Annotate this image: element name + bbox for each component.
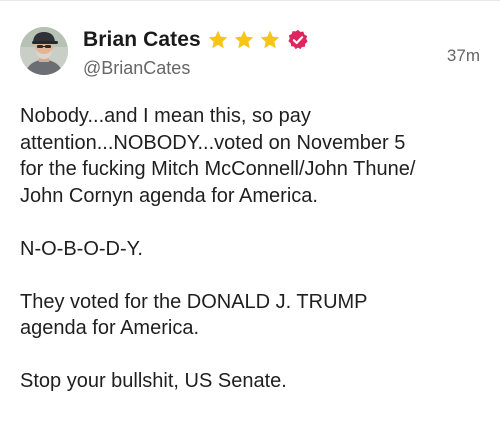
post-timestamp[interactable]: 37m [447, 46, 480, 66]
star-icon [234, 30, 254, 49]
post-text-line: for the fucking Mitch McConnell/John Thu… [20, 158, 416, 180]
post-text-line: N-O-B-O-D-Y. [20, 237, 143, 260]
post-text-line: Nobody...and I mean this, so pay [20, 105, 311, 127]
post-body: Nobody...and I mean this, so pay attenti… [20, 103, 490, 421]
post-text-line: Stop your bullshit, US Senate. [20, 370, 287, 392]
post-paragraph: Stop your bullshit, US Senate. [20, 368, 490, 395]
post-text-line: John Cornyn agenda for America. [20, 184, 318, 207]
post-paragraph: They voted for the DONALD J. TRUMP agend… [20, 289, 490, 342]
avatar-image [20, 27, 68, 75]
star-icon [208, 30, 228, 49]
star-icon [260, 30, 280, 49]
post-text-line: They voted for the DONALD J. TRUMP [20, 290, 368, 313]
post-text-line: agenda for America. [20, 317, 199, 339]
post-paragraph: Nobody...and I mean this, so pay attenti… [20, 103, 490, 209]
post-card[interactable]: Brian Cates @BrianCates 37m Nobody...and… [0, 0, 500, 435]
post-paragraph: N-O-B-O-D-Y. [20, 236, 490, 263]
verified-badge-icon [288, 29, 308, 50]
post-text-line: attention...NOBODY...voted on November 5 [20, 131, 406, 154]
author-display-name[interactable]: Brian Cates [83, 28, 201, 52]
post-header: Brian Cates @BrianCates 37m [20, 27, 480, 85]
avatar[interactable] [20, 27, 68, 75]
author-handle[interactable]: @BrianCates [83, 58, 190, 79]
author-name-row: Brian Cates [83, 27, 309, 53]
